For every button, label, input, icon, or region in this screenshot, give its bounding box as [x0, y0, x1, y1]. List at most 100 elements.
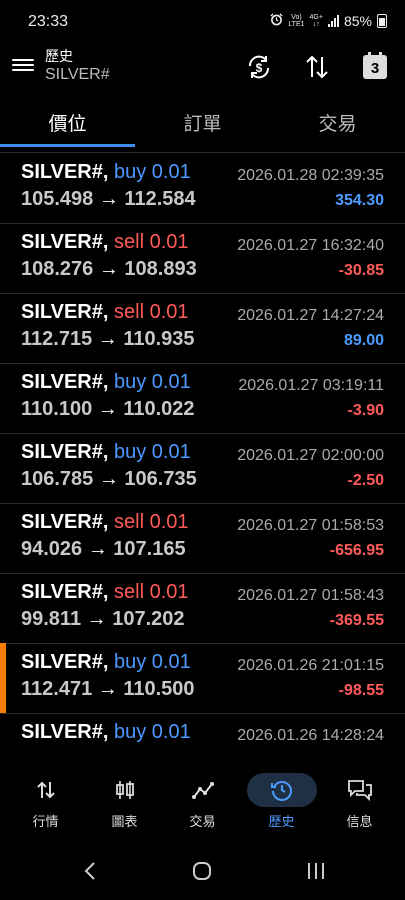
open-price: 99.811: [21, 608, 82, 630]
active-tab-indicator: [0, 144, 135, 147]
status-icons: Vo) LTE1 4G+ ↓↑ 85%: [270, 13, 387, 29]
list-item[interactable]: SILVER#, sell 0.01 112.715 → 110.935 202…: [0, 293, 405, 364]
list-item[interactable]: SILVER#, sell 0.01 94.026 → 107.165 2026…: [0, 503, 405, 574]
close-price: 106.735: [124, 468, 197, 490]
profit: -30.85: [338, 262, 384, 279]
close-price: 110.022: [123, 398, 195, 420]
arrow-icon: →: [98, 468, 119, 490]
tab-orders[interactable]: 訂單: [135, 104, 270, 150]
open-price: 110.100: [21, 398, 93, 420]
app-header: 歷史 SILVER# $ 3: [0, 44, 405, 100]
currency-exchange-icon[interactable]: $: [242, 50, 276, 84]
candlestick-chart-icon: [90, 773, 160, 807]
close-price: 107.165: [113, 538, 186, 560]
status-time: 23:33: [28, 13, 69, 30]
symbol: SILVER#,: [21, 511, 109, 533]
nav-messages[interactable]: 信息: [319, 763, 400, 840]
nav-trade[interactable]: 交易: [162, 763, 243, 840]
open-price: 108.276: [21, 258, 94, 280]
symbol: SILVER#,: [21, 161, 109, 183]
list-item[interactable]: SILVER#, buy 0.01 106.785 → 106.735 2026…: [0, 433, 405, 504]
battery-icon: [377, 14, 387, 28]
arrow-icon: →: [86, 608, 107, 630]
profit: -3.90: [347, 402, 384, 419]
nav-label: 交易: [189, 814, 216, 829]
list-item-highlighted[interactable]: SILVER#, buy 0.01 112.471 → 110.500 2026…: [0, 643, 405, 714]
deal-time: 2026.01.27 01:58:43: [237, 587, 384, 604]
arrow-icon: →: [97, 398, 118, 420]
deal-side: buy 0.01: [114, 721, 191, 743]
page-title: 歷史: [45, 48, 73, 64]
symbol: SILVER#,: [21, 581, 109, 603]
nav-chart[interactable]: 圖表: [84, 763, 165, 840]
deal-side: sell 0.01: [114, 231, 189, 253]
symbol: SILVER#,: [21, 371, 109, 393]
arrow-icon: →: [97, 328, 118, 350]
profit: -656.95: [329, 542, 384, 559]
sort-icon[interactable]: [300, 50, 334, 84]
profit: -2.50: [347, 472, 384, 489]
deal-time: 2026.01.26 14:28:24: [237, 727, 384, 744]
list-item[interactable]: SILVER#, sell 0.01 108.276 → 108.893 202…: [0, 223, 405, 294]
deal-time: 2026.01.27 01:58:53: [237, 517, 384, 534]
deal-side: buy 0.01: [114, 161, 191, 183]
symbol: SILVER#,: [21, 301, 109, 323]
close-price: 110.935: [123, 328, 195, 350]
nav-history[interactable]: 歷史: [241, 763, 322, 840]
profit: 354.30: [335, 192, 384, 209]
symbol: SILVER#,: [21, 651, 109, 673]
deal-time: 2026.01.27 16:32:40: [237, 237, 384, 254]
menu-icon[interactable]: [12, 56, 34, 74]
home-icon[interactable]: [182, 856, 222, 886]
volte-indicator: Vo) LTE1: [288, 14, 305, 28]
messages-icon: [325, 773, 395, 807]
deal-side: buy 0.01: [114, 651, 191, 673]
nav-label: 行情: [32, 814, 59, 829]
deal-side: buy 0.01: [114, 371, 191, 393]
recent-apps-icon[interactable]: [296, 856, 336, 886]
network-type: 4G+ ↓↑: [309, 14, 323, 28]
open-price: 112.471: [21, 678, 93, 700]
history-clock-icon: [246, 773, 317, 807]
alarm-icon: [270, 13, 283, 29]
arrow-icon: →: [98, 258, 119, 280]
deal-side: sell 0.01: [114, 581, 189, 603]
close-price: 112.584: [124, 188, 196, 210]
back-icon[interactable]: [70, 856, 110, 886]
profit: 89.00: [343, 332, 384, 349]
symbol: SILVER#,: [21, 231, 109, 253]
tab-deals[interactable]: 交易: [270, 104, 405, 150]
close-price: 107.202: [112, 608, 185, 630]
arrow-icon: →: [87, 538, 108, 560]
list-item[interactable]: SILVER#, sell 0.01 99.811 → 107.202 2026…: [0, 573, 405, 644]
symbol-filter[interactable]: SILVER#: [45, 66, 110, 84]
symbol: SILVER#,: [21, 721, 109, 743]
system-navigation: [0, 840, 405, 900]
close-price: 108.893: [124, 258, 197, 280]
calendar-icon[interactable]: 3: [358, 50, 392, 84]
profit: -98.55: [338, 682, 384, 699]
close-price: 110.500: [123, 678, 195, 700]
symbol: SILVER#,: [21, 441, 109, 463]
nav-quotes[interactable]: 行情: [5, 763, 86, 840]
list-item[interactable]: SILVER#, buy 0.01 2026.01.26 14:28:24: [0, 713, 405, 763]
battery-percent: 85%: [343, 13, 372, 29]
bottom-navigation: 行情 圖表 交易 歷史 信息: [0, 763, 405, 840]
deal-side: sell 0.01: [114, 511, 189, 533]
nav-label: 歷史: [268, 814, 295, 829]
profit: -369.55: [329, 612, 384, 629]
history-list[interactable]: SILVER#, buy 0.01 105.498 → 112.584 2026…: [0, 153, 405, 763]
open-price: 105.498: [21, 188, 94, 210]
open-price: 112.715: [21, 328, 93, 350]
signal-icon: [327, 15, 339, 27]
deal-time: 2026.01.27 02:00:00: [237, 447, 384, 464]
list-item[interactable]: SILVER#, buy 0.01 105.498 → 112.584 2026…: [0, 153, 405, 224]
arrow-icon: →: [97, 678, 118, 700]
nav-label: 圖表: [111, 814, 138, 829]
svg-text:$: $: [256, 61, 263, 75]
arrow-icon: →: [98, 188, 119, 210]
deal-time: 2026.01.27 03:19:11: [238, 377, 384, 394]
list-item[interactable]: SILVER#, buy 0.01 110.100 → 110.022 2026…: [0, 363, 405, 434]
deal-time: 2026.01.28 02:39:35: [237, 167, 384, 184]
trade-line-icon: [168, 773, 238, 807]
